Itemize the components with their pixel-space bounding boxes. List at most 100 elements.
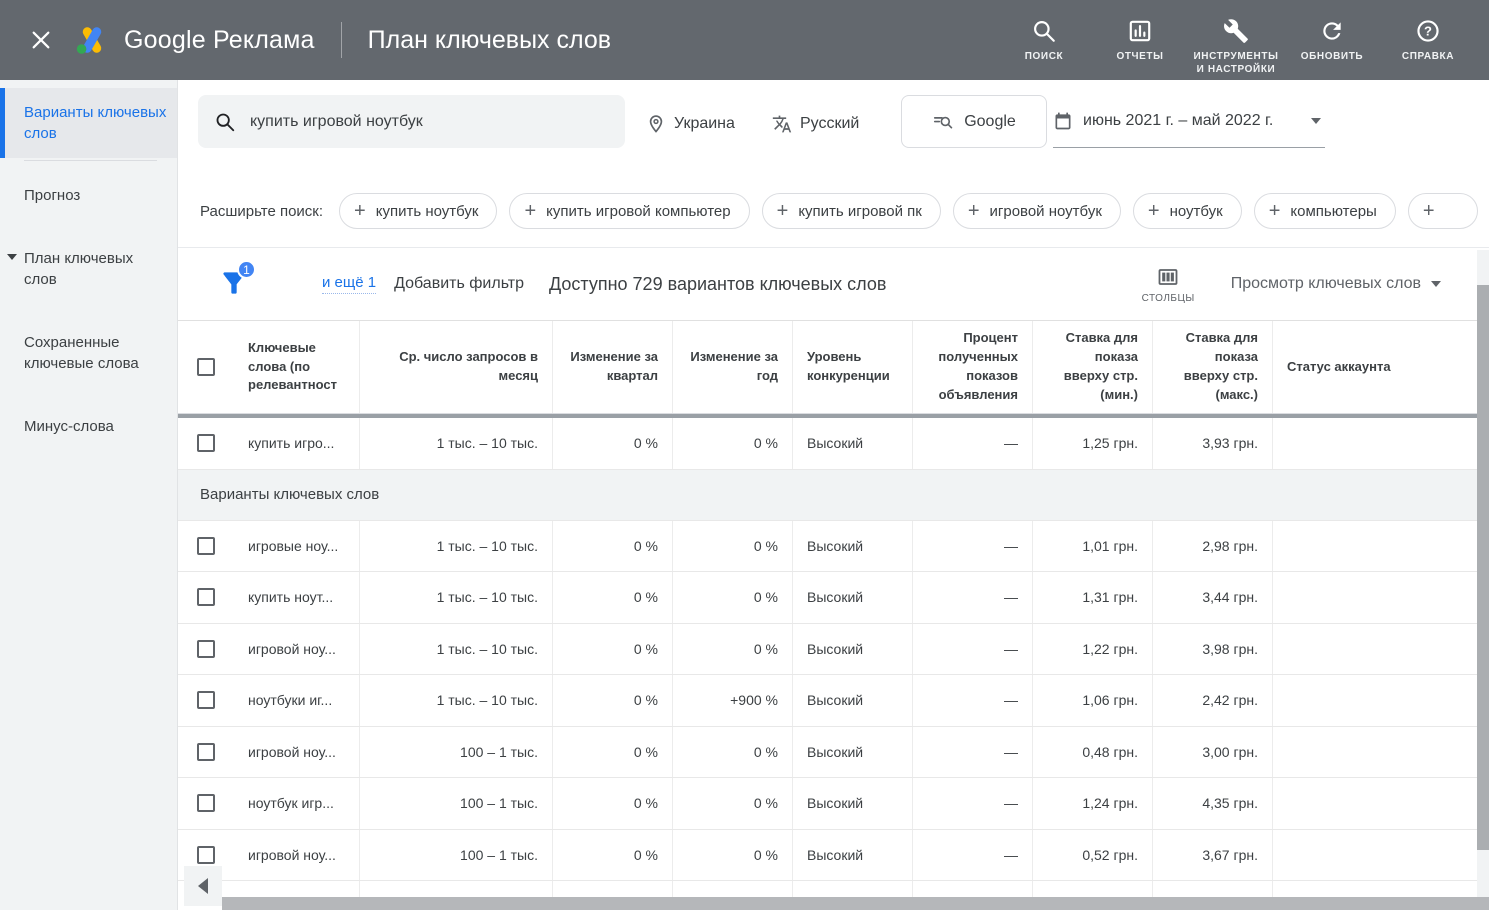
table-row[interactable]: игровой ноу... 1 тыс. – 10 тыс. 0 % 0 % … [178,624,1477,676]
keyword-chip[interactable]: +купить игровой компьютер [509,193,749,229]
filter-button[interactable]: 1 [218,267,252,301]
network-selector[interactable]: Google [901,95,1047,148]
sidebar: Варианты ключевых слов Прогноз План ключ… [0,80,178,910]
competition-cell: Высокий [793,624,913,675]
search-action-button[interactable]: ПОИСК [1001,4,1087,64]
date-range-selector[interactable]: июнь 2021 г. – май 2022 г. [1053,95,1325,148]
reports-action-button[interactable]: ОТЧЕТЫ [1097,4,1183,64]
sidebar-item-forecast[interactable]: Прогноз [0,171,177,220]
refresh-action-button[interactable]: ОБНОВИТЬ [1289,4,1375,64]
sidebar-item-saved-keywords[interactable]: Сохраненные ключевые слова [0,318,177,388]
scroll-left-button[interactable] [184,866,222,906]
table-row[interactable]: игровой ноу... 100 – 1 тыс. 0 % 0 % Высо… [178,727,1477,779]
view-selector[interactable]: Просмотр ключевых слов [1231,275,1441,293]
bid-min-cell: 1,31 грн. [1033,572,1153,623]
sidebar-item-negative-keywords[interactable]: Минус-слова [0,402,177,451]
triangle-left-icon [198,878,208,894]
chevron-down-icon [1311,118,1321,124]
searches-cell: 1 тыс. – 10 тыс. [360,572,553,623]
header-impression-share[interactable]: Процент полученных показов объявления [913,321,1033,413]
more-filters-link[interactable]: и ещё 1 [322,274,376,294]
keyword-chip[interactable]: +компьютеры [1254,193,1396,229]
sidebar-item-keyword-plan[interactable]: План ключевых слов [0,234,177,304]
chevron-down-icon[interactable] [7,254,17,260]
impression-share-cell: — [913,830,1033,881]
translate-icon [772,114,792,134]
search-icon [214,111,236,133]
impression-share-cell: — [913,727,1033,778]
row-checkbox[interactable] [197,691,215,709]
sidebar-item-keyword-ideas[interactable]: Варианты ключевых слов [0,88,177,158]
header-competition[interactable]: Уровень конкуренции [793,321,913,413]
table-row[interactable]: ноутбук игр... 100 – 1 тыс. 0 % 0 % Высо… [178,778,1477,830]
keyword-cell: ноутбуки иг... [234,675,360,726]
row-checkbox[interactable] [197,794,215,812]
table-header-row: Ключевые слова (по релевантност Ср. числ… [178,321,1477,414]
vertical-scrollbar-thumb[interactable] [1477,285,1489,850]
quarter-change-cell: 0 % [553,675,673,726]
searches-cell: 1 тыс. – 10 тыс. [360,418,553,469]
competition-cell: Высокий [793,572,913,623]
header-bid-max[interactable]: Ставка для показа вверху стр. (макс.) [1153,321,1273,413]
close-icon[interactable] [26,25,56,55]
year-change-cell: 0 % [673,727,793,778]
impression-share-cell: — [913,778,1033,829]
year-change-cell: 0 % [673,624,793,675]
columns-button[interactable]: СТОЛБЦЫ [1142,265,1195,304]
row-checkbox[interactable] [197,743,215,761]
add-filter-button[interactable]: Добавить фильтр [394,275,524,293]
keyword-chip[interactable]: +купить ноутбук [339,193,497,229]
header-account-status[interactable]: Статус аккаунта [1273,321,1477,413]
keyword-search-box[interactable] [198,95,625,148]
help-action-button[interactable]: ? СПРАВКА [1385,4,1471,64]
location-selector[interactable]: Украина [646,80,735,168]
tools-settings-action-button[interactable]: ИНСТРУМЕНТЫ И НАСТРОЙКИ [1193,4,1279,77]
year-change-cell: 0 % [673,572,793,623]
calendar-icon [1053,111,1073,131]
table-section-header: Варианты ключевых слов [178,470,1477,521]
top-bar: Google Реклама План ключевых слов ПОИСК … [0,0,1489,80]
keyword-chip[interactable]: +купить игровой пк [762,193,941,229]
keyword-chip[interactable]: +ноутбук [1133,193,1242,229]
search-input[interactable] [250,113,609,131]
search-icon [1031,18,1057,44]
quarter-change-cell: 0 % [553,624,673,675]
row-checkbox[interactable] [197,846,215,864]
google-ads-brand: Google Реклама [74,24,315,56]
wrench-icon [1223,18,1249,44]
quarter-change-cell: 0 % [553,418,673,469]
searches-cell: 1 тыс. – 10 тыс. [360,624,553,675]
row-checkbox[interactable] [197,588,215,606]
keyword-chip[interactable]: +игровой ноутбук [953,193,1121,229]
row-checkbox[interactable] [197,434,215,452]
filter-count-badge: 1 [237,260,256,279]
keyword-cell: купить ноут... [234,572,360,623]
sidebar-divider [24,160,157,161]
table-row[interactable]: купить ноут... 1 тыс. – 10 тыс. 0 % 0 % … [178,572,1477,624]
expand-search-label: Расширьте поиск: [200,203,323,220]
horizontal-scrollbar-thumb[interactable] [222,897,1489,910]
table-row[interactable]: игровой ноу... 100 – 1 тыс. 0 % 0 % Высо… [178,830,1477,882]
header-keyword[interactable]: Ключевые слова (по релевантност [234,321,360,413]
header-quarter-change[interactable]: Изменение за квартал [553,321,673,413]
keyword-cell: купить игро... [234,418,360,469]
table-row[interactable]: ноутбуки иг... 1 тыс. – 10 тыс. 0 % +900… [178,675,1477,727]
topbar-divider [341,22,342,58]
keyword-cell: игровой ноу... [234,830,360,881]
header-searches[interactable]: Ср. число запросов в месяц [360,321,553,413]
table-row[interactable]: купить игро... 1 тыс. – 10 тыс. 0 % 0 % … [178,418,1477,470]
bid-min-cell: 0,52 грн. [1033,830,1153,881]
search-network-icon [932,111,954,133]
year-change-cell: 0 % [673,521,793,572]
competition-cell: Высокий [793,521,913,572]
row-checkbox[interactable] [197,640,215,658]
table-row[interactable]: игровые ноу... 1 тыс. – 10 тыс. 0 % 0 % … [178,521,1477,573]
header-year-change[interactable]: Изменение за год [673,321,793,413]
row-checkbox[interactable] [197,537,215,555]
keyword-chip-partial[interactable]: + [1408,193,1478,229]
language-selector[interactable]: Русский [772,80,859,168]
header-bid-min[interactable]: Ставка для показа вверху стр. (мин.) [1033,321,1153,413]
account-status-cell [1273,418,1477,469]
select-all-checkbox[interactable] [197,358,215,376]
year-change-cell: 0 % [673,778,793,829]
